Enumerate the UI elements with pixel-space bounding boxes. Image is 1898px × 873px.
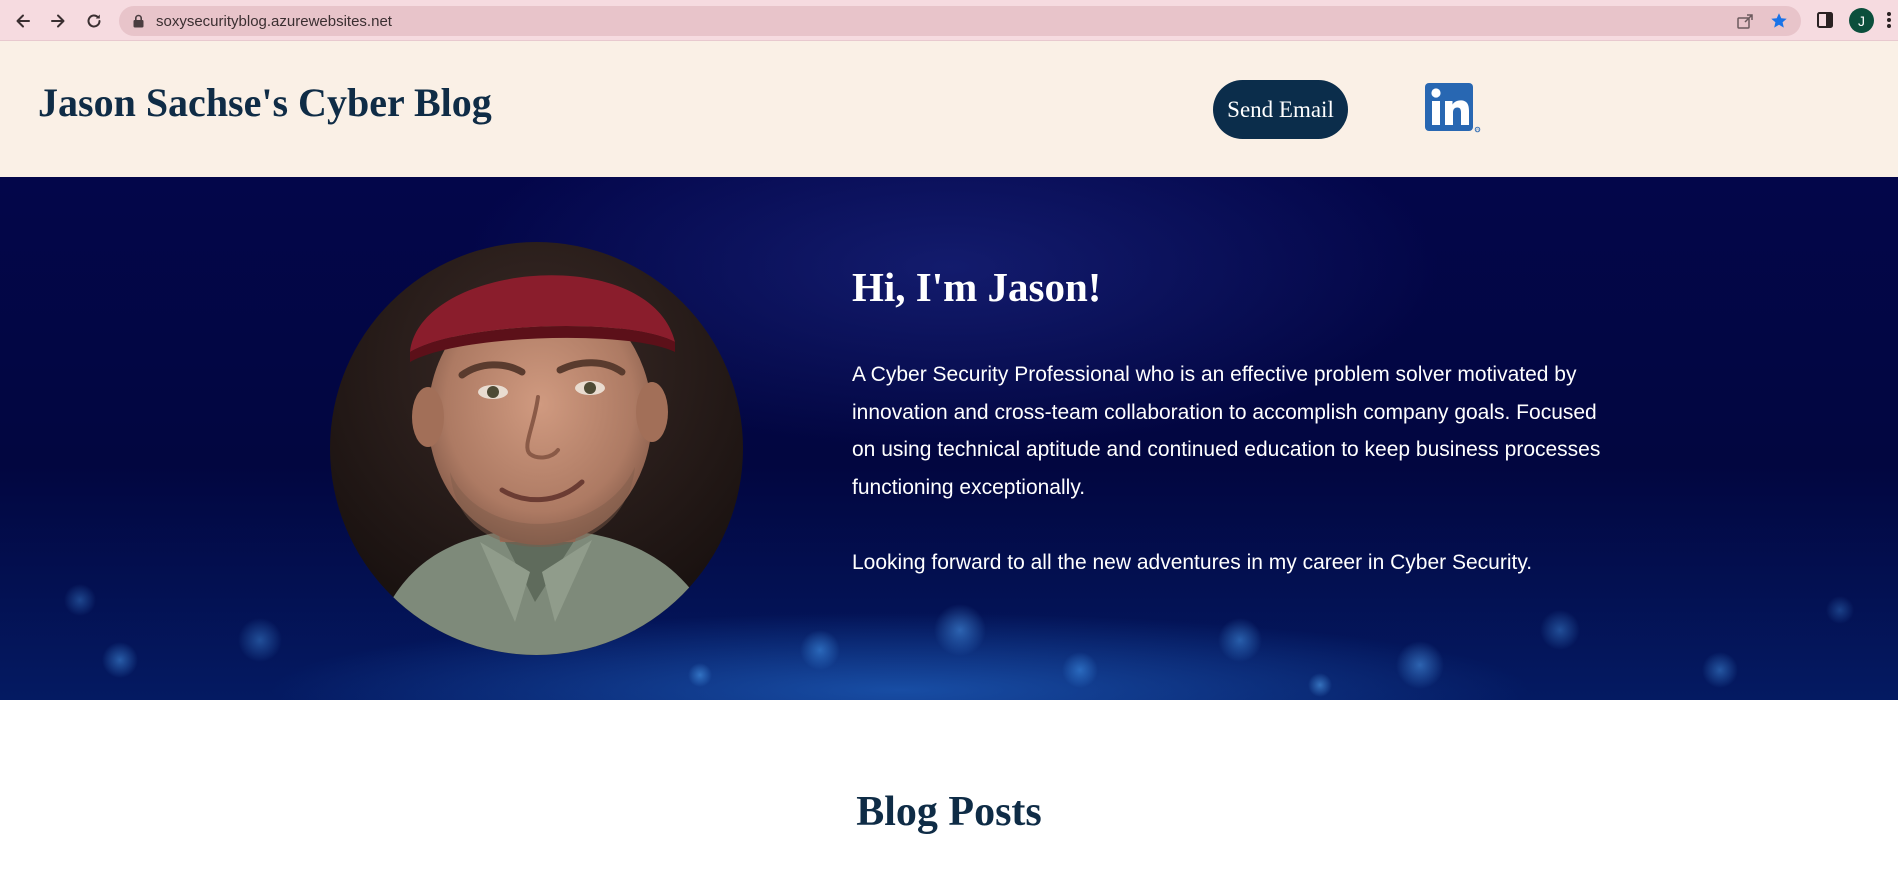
lock-icon[interactable] [133, 14, 144, 33]
site-title[interactable]: Jason Sachse's Cyber Blog [38, 79, 492, 126]
career-paragraph: Looking forward to all the new adventure… [852, 550, 1533, 574]
address-bar[interactable]: soxysecurityblog.azurewebsites.net [119, 6, 1801, 36]
url-text[interactable]: soxysecurityblog.azurewebsites.net [156, 13, 392, 30]
back-icon[interactable] [11, 9, 35, 33]
forward-icon[interactable] [46, 9, 70, 33]
browser-toolbar: soxysecurityblog.azurewebsites.net J [0, 0, 1898, 41]
bookmark-star-icon[interactable] [1770, 12, 1788, 30]
share-icon[interactable] [1736, 12, 1754, 30]
linkedin-icon[interactable]: R [1424, 82, 1482, 134]
svg-text:R: R [1476, 128, 1479, 132]
reload-icon[interactable] [82, 9, 106, 33]
site-header: Jason Sachse's Cyber Blog Send Email R [0, 41, 1898, 177]
profile-photo [330, 242, 743, 655]
send-email-button[interactable]: Send Email [1213, 80, 1348, 139]
blog-posts-heading: Blog Posts [856, 789, 1042, 835]
profile-avatar[interactable]: J [1849, 8, 1874, 33]
side-panel-icon[interactable] [1817, 12, 1833, 33]
hero-intro: A Cyber Security Professional who is an … [852, 356, 1612, 581]
intro-paragraph: A Cyber Security Professional who is an … [852, 363, 1601, 499]
hero-section: Hi, I'm Jason! A Cyber Security Professi… [0, 177, 1898, 700]
hero-heading: Hi, I'm Jason! [852, 264, 1102, 310]
menu-kebab-icon[interactable] [1886, 11, 1892, 34]
